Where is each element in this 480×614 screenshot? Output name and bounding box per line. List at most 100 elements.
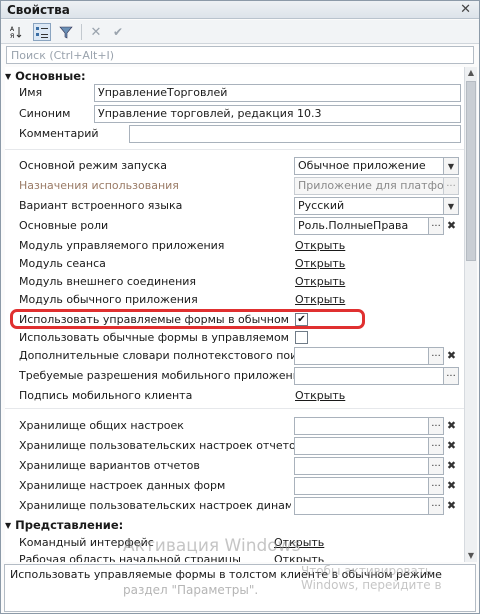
- group-presentation[interactable]: ▼ Представление:: [5, 518, 123, 532]
- highlight-annotation: [10, 309, 365, 329]
- toolbar-separator: [81, 24, 82, 40]
- report-variants-field[interactable]: [294, 457, 429, 475]
- categories-icon[interactable]: [33, 23, 51, 41]
- prop-label: Хранилище пользовательских настроек отче…: [19, 439, 303, 452]
- group-presentation-label: Представление:: [15, 518, 124, 532]
- toolbar: AЯ ✕ ✔: [1, 20, 479, 44]
- prop-report-user-settings: Хранилище пользовательских настроек отче…: [19, 437, 464, 455]
- prop-label: Основные роли: [19, 219, 109, 232]
- prop-label: Хранилище общих настроек: [19, 419, 184, 432]
- run-mode-select[interactable]: Обычное приложение: [294, 157, 444, 175]
- prop-form-data-settings: Хранилище настроек данных форм ... ✖: [19, 477, 464, 495]
- group-main-label: Основные:: [15, 69, 86, 83]
- script-variant-select[interactable]: Русский: [294, 197, 444, 215]
- ellipsis-icon[interactable]: ...: [429, 477, 444, 495]
- ellipsis-icon[interactable]: ...: [444, 367, 459, 385]
- windows-activation-watermark: раздел "Параметры".: [123, 583, 259, 597]
- clear-icon[interactable]: ✖: [444, 217, 459, 235]
- name-field[interactable]: УправлениеТорговлей: [94, 84, 461, 102]
- mobile-permissions-field[interactable]: [294, 367, 444, 385]
- windows-activation-watermark: Чтобы активировать Windows, перейдите в: [301, 564, 442, 592]
- use-ordinary-forms-checkbox[interactable]: [295, 331, 308, 344]
- clear-icon[interactable]: ✖: [444, 347, 459, 365]
- clear-icon[interactable]: ✖: [444, 457, 459, 475]
- usage-purpose-field: Приложение для платформы: [294, 177, 444, 195]
- synonym-field[interactable]: Управление торговлей, редакция 10.3: [94, 105, 461, 123]
- scroll-up-icon[interactable]: ▲: [467, 69, 475, 77]
- prop-label: Хранилище пользовательских настроек дина…: [19, 499, 291, 512]
- ellipsis-icon[interactable]: ...: [429, 417, 444, 435]
- prop-label: Хранилище вариантов отчетов: [19, 459, 200, 472]
- prop-label: Подпись мобильного клиента: [19, 389, 193, 402]
- prop-comment: Комментарий: [19, 125, 464, 143]
- window-title: Свойства: [7, 3, 70, 17]
- open-link[interactable]: Открыть: [295, 389, 345, 402]
- scroll-down-icon[interactable]: ▼: [467, 552, 475, 560]
- prop-report-variants: Хранилище вариантов отчетов ... ✖: [19, 457, 464, 475]
- collapse-triangle-icon[interactable]: ▼: [5, 521, 11, 530]
- prop-mobile-permissions: Требуемые разрешения мобильного приложен…: [19, 367, 464, 385]
- prop-mobile-signature: Подпись мобильного клиента Открыть: [19, 387, 464, 405]
- check-icon[interactable]: ✔: [109, 23, 127, 41]
- svg-text:Я: Я: [10, 33, 14, 39]
- divider: [5, 408, 464, 409]
- clear-icon[interactable]: ✖: [444, 497, 459, 515]
- prop-ordinary-app-module: Модуль обычного приложения Открыть: [19, 291, 464, 309]
- open-link[interactable]: Открыть: [295, 293, 345, 306]
- prop-label: Модуль управляемого приложения: [19, 239, 225, 252]
- comment-field[interactable]: [129, 125, 461, 143]
- open-link[interactable]: Открыть: [295, 275, 345, 288]
- clear-icon[interactable]: ✖: [444, 417, 459, 435]
- prop-label: Комментарий: [19, 127, 99, 140]
- ellipsis-icon: ...: [444, 177, 459, 195]
- vertical-scrollbar[interactable]: ▲ ▼: [464, 67, 477, 562]
- prop-dynamic-user-settings: Хранилище пользовательских настроек дина…: [19, 497, 464, 515]
- prop-label: Назначения использования: [19, 179, 179, 192]
- ellipsis-icon[interactable]: ...: [429, 437, 444, 455]
- prop-main-roles: Основные роли Роль.ПолныеПрава ... ✖: [19, 217, 464, 235]
- ellipsis-icon[interactable]: ...: [429, 497, 444, 515]
- ellipsis-icon[interactable]: ...: [429, 457, 444, 475]
- main-roles-field[interactable]: Роль.ПолныеПрава: [294, 217, 429, 235]
- search-input[interactable]: Поиск (Ctrl+Alt+I): [6, 46, 474, 64]
- prop-label: Имя: [19, 86, 43, 99]
- prop-label: Вариант встроенного языка: [19, 199, 183, 212]
- group-main[interactable]: ▼ Основные:: [5, 69, 86, 83]
- dynamic-user-settings-field[interactable]: [294, 497, 429, 515]
- properties-window: Свойства ✕ AЯ ✕ ✔ Поиск (Ctrl+Alt+I) ▼ О…: [0, 0, 480, 614]
- open-link[interactable]: Открыть: [295, 257, 345, 270]
- fulltext-dicts-field[interactable]: [294, 347, 429, 365]
- collapse-triangle-icon[interactable]: ▼: [5, 72, 11, 81]
- filter-icon[interactable]: [57, 23, 75, 41]
- prop-ext-conn-module: Модуль внешнего соединения Открыть: [19, 273, 464, 291]
- svg-text:A: A: [10, 26, 15, 33]
- chevron-down-icon[interactable]: ▼: [444, 157, 459, 175]
- report-user-settings-field[interactable]: [294, 437, 429, 455]
- clear-icon[interactable]: ✖: [444, 437, 459, 455]
- prop-synonym: Синоним Управление торговлей, редакция 1…: [19, 105, 464, 123]
- prop-label: Дополнительные словари полнотекстового п…: [19, 349, 317, 362]
- prop-label: Хранилище настроек данных форм: [19, 479, 226, 492]
- prop-label: Использовать обычные формы в управляемом…: [19, 331, 291, 344]
- prop-label: Модуль обычного приложения: [19, 293, 198, 306]
- prop-common-settings: Хранилище общих настроек ... ✖: [19, 417, 464, 435]
- ellipsis-icon[interactable]: ...: [429, 347, 444, 365]
- form-data-settings-field[interactable]: [294, 477, 429, 495]
- open-link[interactable]: Открыть: [295, 239, 345, 252]
- common-settings-field[interactable]: [294, 417, 429, 435]
- ellipsis-icon[interactable]: ...: [429, 217, 444, 235]
- prop-managed-app-module: Модуль управляемого приложения Открыть: [19, 237, 464, 255]
- scrollbar-thumb[interactable]: [466, 81, 476, 261]
- prop-label: Требуемые разрешения мобильного приложен…: [19, 369, 307, 382]
- prop-run-mode: Основной режим запуска Обычное приложени…: [19, 157, 464, 175]
- close-icon[interactable]: ✕: [460, 2, 471, 17]
- sort-az-icon[interactable]: AЯ: [7, 23, 25, 41]
- prop-fulltext-dicts: Дополнительные словари полнотекстового п…: [19, 347, 464, 365]
- chevron-down-icon[interactable]: ▼: [444, 197, 459, 215]
- prop-session-module: Модуль сеанса Открыть: [19, 255, 464, 273]
- clear-icon[interactable]: ✖: [444, 477, 459, 495]
- prop-use-ordinary-forms[interactable]: Использовать обычные формы в управляемом…: [19, 329, 464, 347]
- cross-icon[interactable]: ✕: [87, 23, 105, 41]
- prop-script-variant: Вариант встроенного языка Русский ▼: [19, 197, 464, 215]
- title-bar: Свойства ✕: [1, 1, 479, 19]
